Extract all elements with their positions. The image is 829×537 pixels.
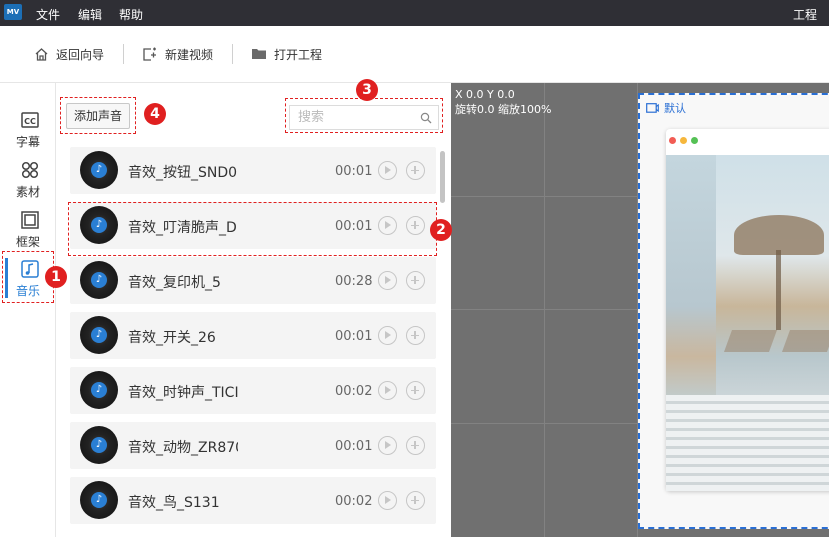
- annotation-badge-2: 2: [430, 219, 452, 241]
- play-button[interactable]: [378, 326, 397, 345]
- new-video-button[interactable]: 新建视频: [142, 44, 213, 64]
- toolbar-divider: [123, 44, 124, 64]
- home-icon: [35, 47, 48, 61]
- add-button[interactable]: [406, 491, 425, 510]
- sound-item[interactable]: ♪ 音效_动物_ZR870 00:01: [70, 422, 436, 469]
- window-minimize-dot: [680, 137, 687, 144]
- sound-duration: 00:28: [335, 274, 373, 289]
- menu-edit[interactable]: 编辑: [78, 6, 102, 23]
- list-scrollbar[interactable]: [440, 151, 445, 203]
- menu-help[interactable]: 帮助: [119, 6, 143, 23]
- title-bar: MV 文件 编辑 帮助 工程: [0, 0, 829, 26]
- play-button[interactable]: [378, 436, 397, 455]
- sound-duration: 00:02: [335, 494, 373, 509]
- add-button[interactable]: [406, 271, 425, 290]
- back-to-wizard-label: 返回向导: [56, 47, 105, 62]
- open-project-label: 打开工程: [274, 47, 323, 62]
- play-button[interactable]: [378, 491, 397, 510]
- open-project-button[interactable]: 打开工程: [251, 44, 322, 64]
- vinyl-disc-icon: ♪: [80, 371, 118, 409]
- annotation-badge-3: 3: [356, 79, 378, 101]
- sound-item[interactable]: ♪ 音效_开关_26 00:01: [70, 312, 436, 359]
- vinyl-disc-icon: ♪: [80, 426, 118, 464]
- annotation-badge-4: 4: [144, 103, 166, 125]
- grid-line: [544, 83, 545, 537]
- menu-project[interactable]: 工程: [793, 6, 817, 23]
- toolbar-divider: [232, 44, 233, 64]
- vinyl-disc-icon: ♪: [80, 316, 118, 354]
- window-close-dot: [669, 137, 676, 144]
- back-to-wizard-button[interactable]: 返回向导: [34, 44, 104, 64]
- subtitle-icon: CC: [21, 112, 39, 128]
- window-maximize-dot: [691, 137, 698, 144]
- toolbar: 返回向导 新建视频 打开工程: [0, 26, 829, 83]
- sound-duration: 00:01: [335, 329, 373, 344]
- sound-duration: 00:01: [335, 164, 373, 179]
- sound-panel: 添加声音 ♪ 音效_按钮_SND0 00:01 ♪ 音效_叮清脆声_D 00:0…: [57, 83, 451, 537]
- sound-name: 音效_复印机_5: [128, 275, 221, 291]
- frame-icon: [21, 211, 39, 229]
- nav-item-subtitle[interactable]: CC 字幕: [0, 105, 56, 153]
- sound-name: 音效_按钮_SND0: [128, 165, 238, 181]
- add-button[interactable]: [406, 161, 425, 180]
- sound-name: 音效_动物_ZR870: [128, 440, 238, 456]
- sound-duration: 00:01: [335, 439, 373, 454]
- sound-item[interactable]: ♪ 音效_鸟_S131 00:02: [70, 477, 436, 524]
- svg-text:CC: CC: [24, 117, 36, 126]
- preview-canvas[interactable]: X 0.0 Y 0.0 旋转0.0 缩放100% 默认: [451, 83, 829, 537]
- play-button[interactable]: [378, 161, 397, 180]
- sound-name: 音效_开关_26: [128, 330, 216, 346]
- new-video-icon: [143, 47, 156, 61]
- browser-mockup: [666, 129, 829, 491]
- nav-label-subtitle: 字幕: [15, 135, 40, 149]
- coordinate-readout: X 0.0 Y 0.0 旋转0.0 缩放100%: [455, 87, 551, 117]
- new-video-label: 新建视频: [165, 47, 214, 62]
- annotation-box-add-sound: [60, 97, 136, 134]
- sound-duration: 00:02: [335, 384, 373, 399]
- add-button[interactable]: [406, 326, 425, 345]
- vinyl-disc-icon: ♪: [80, 151, 118, 189]
- sound-name: 音效_鸟_S131: [128, 495, 220, 511]
- nav-item-material[interactable]: 素材: [0, 155, 56, 203]
- app-logo: MV: [4, 4, 22, 20]
- add-button[interactable]: [406, 381, 425, 400]
- nav-label-frame: 框架: [15, 235, 40, 249]
- vinyl-disc-icon: ♪: [80, 261, 118, 299]
- nav-label-material: 素材: [15, 185, 40, 199]
- position-readout: X 0.0 Y 0.0: [455, 88, 515, 101]
- left-nav: CC 字幕 素材 框架 音乐: [0, 83, 56, 537]
- sound-item[interactable]: ♪ 音效_复印机_5 00:28: [70, 257, 436, 304]
- annotation-box-sound-item: [68, 202, 437, 256]
- nav-item-frame[interactable]: 框架: [0, 205, 56, 253]
- frame-name: 默认: [664, 102, 686, 115]
- play-button[interactable]: [378, 271, 397, 290]
- sound-name: 音效_时钟声_TICI: [128, 385, 238, 401]
- selected-frame[interactable]: 默认: [638, 93, 829, 529]
- sound-item[interactable]: ♪ 音效_按钮_SND0 00:01: [70, 147, 436, 194]
- vinyl-disc-icon: ♪: [80, 481, 118, 519]
- beach-photo: [666, 155, 829, 491]
- frame-label: 默认: [646, 100, 686, 116]
- annotation-badge-1: 1: [45, 266, 67, 288]
- menu-file[interactable]: 文件: [36, 6, 60, 23]
- material-icon: [21, 161, 39, 179]
- add-button[interactable]: [406, 436, 425, 455]
- frame-icon: [646, 103, 659, 113]
- play-button[interactable]: [378, 381, 397, 400]
- sound-item[interactable]: ♪ 音效_时钟声_TICI 00:02: [70, 367, 436, 414]
- transform-readout: 旋转0.0 缩放100%: [455, 103, 552, 116]
- folder-icon: [252, 49, 266, 59]
- annotation-box-search: [285, 98, 443, 133]
